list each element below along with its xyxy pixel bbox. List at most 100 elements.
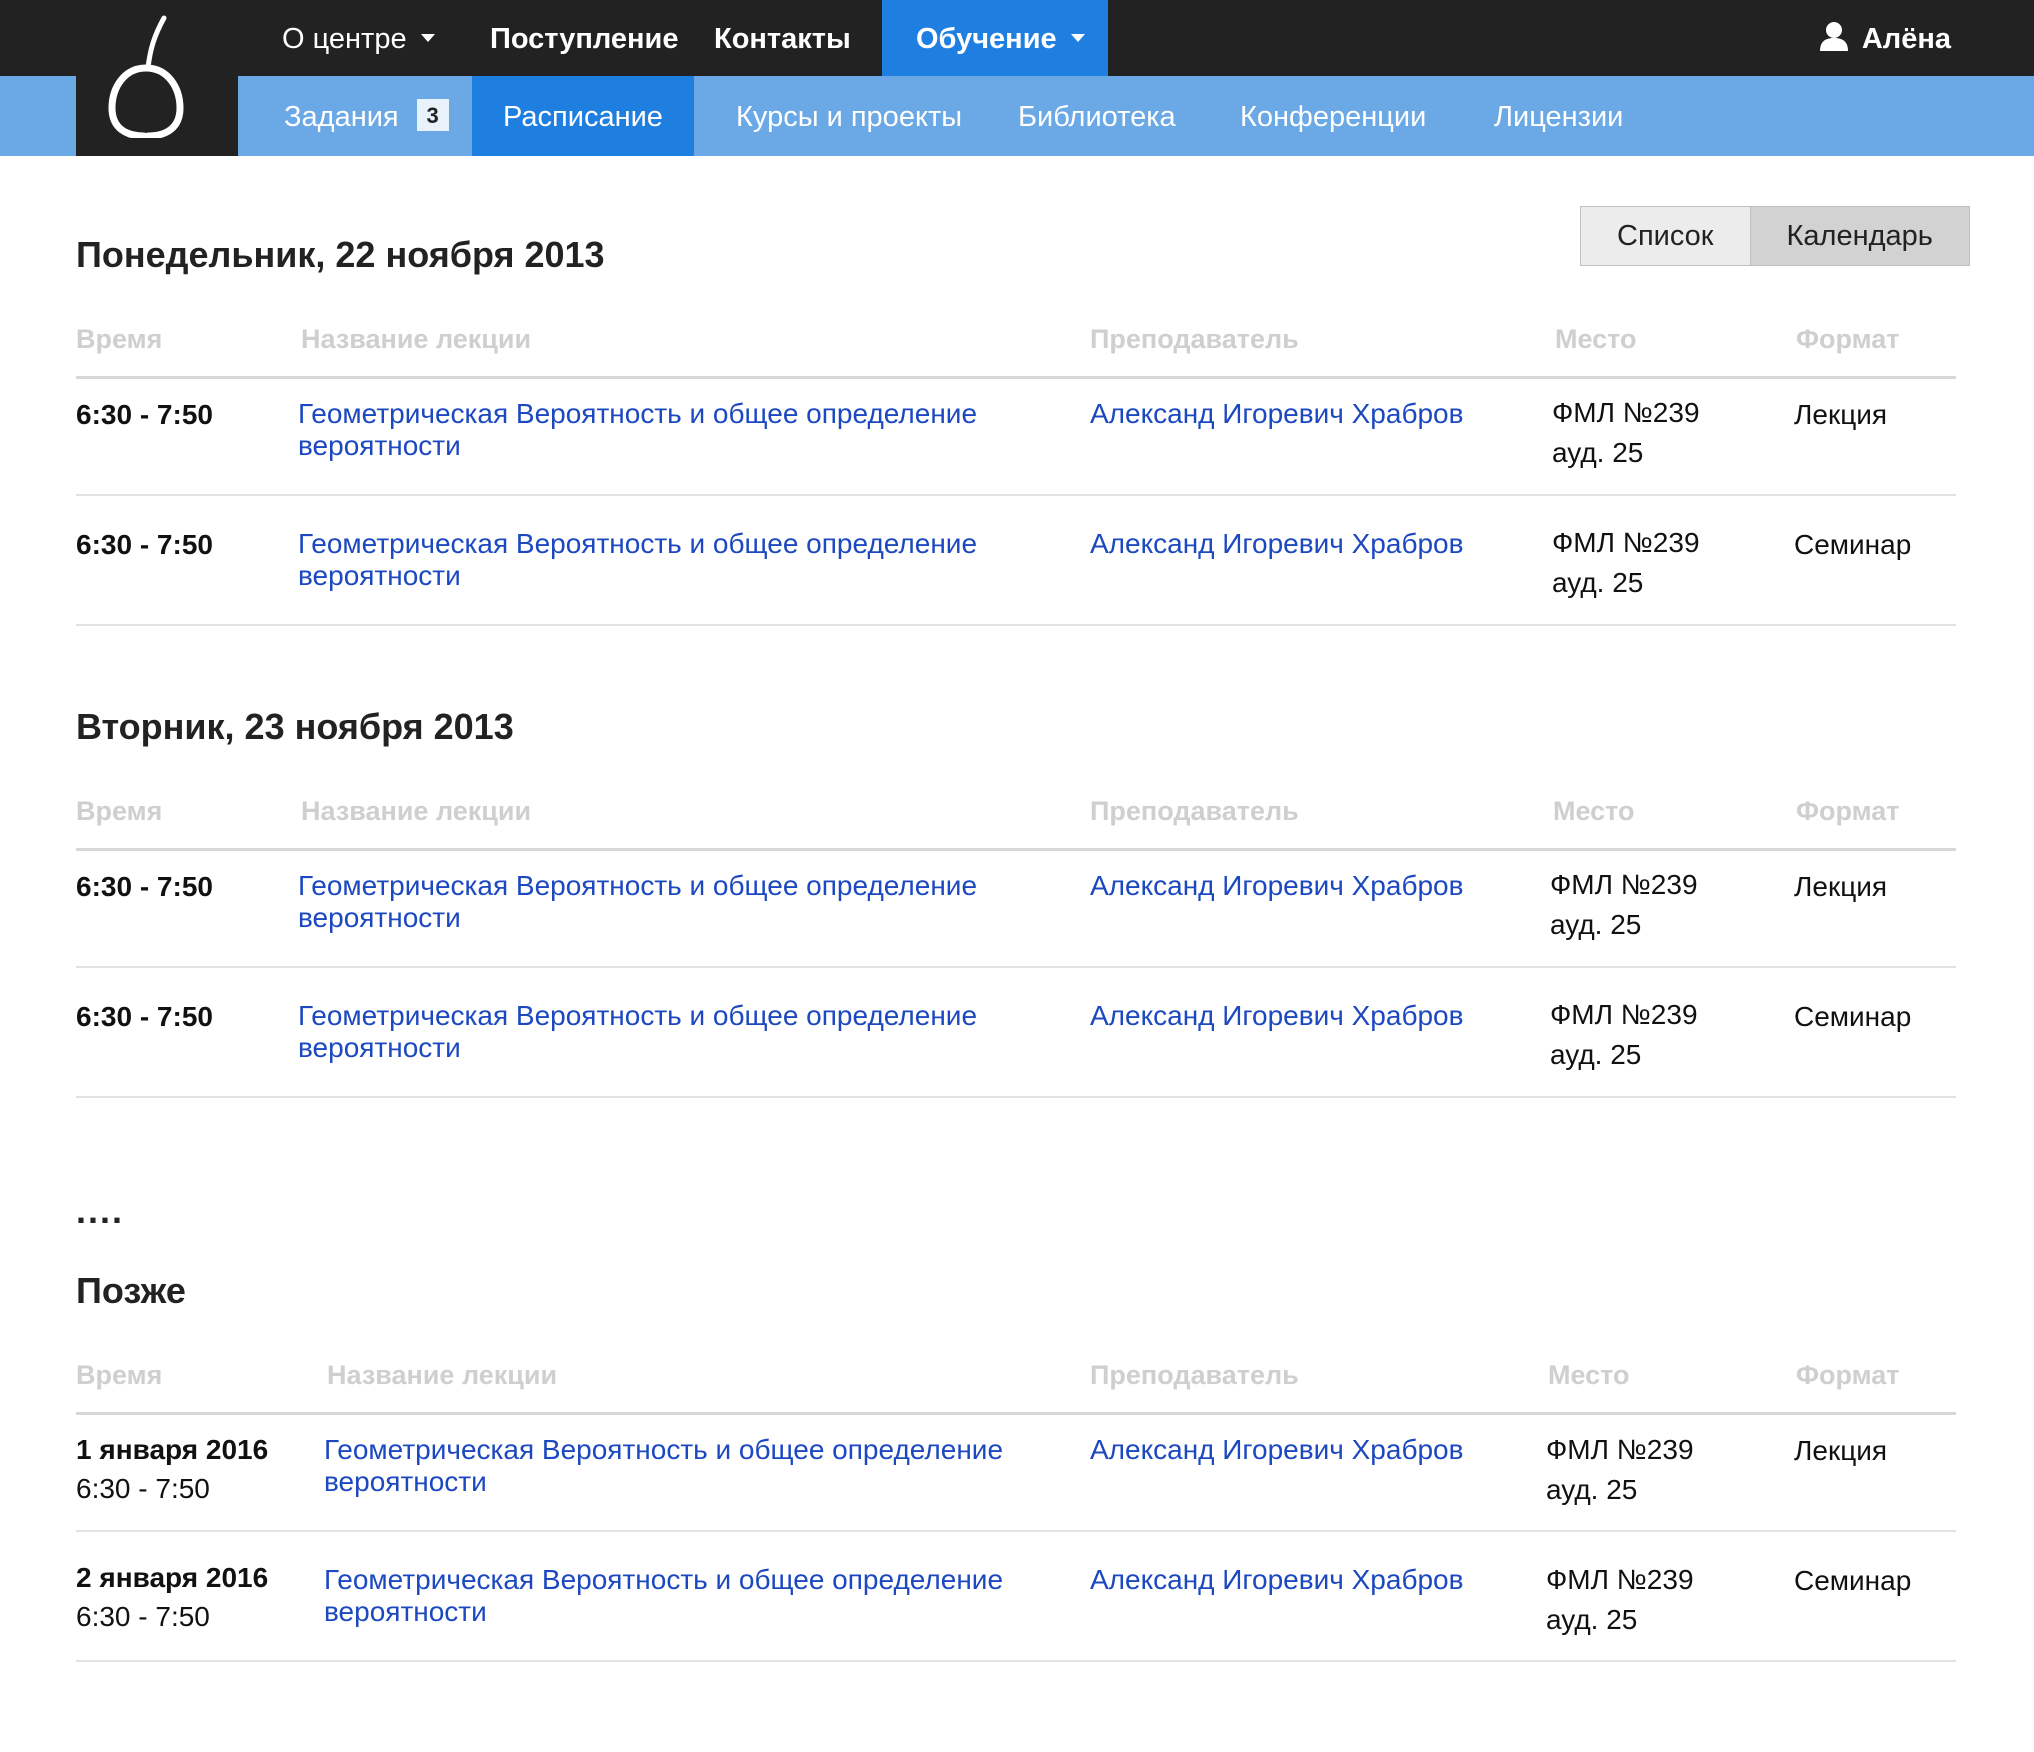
place-building: ФМЛ №239: [1546, 1434, 1694, 1465]
lesson-title-link[interactable]: Геометрическая Вероятность и общее опред…: [324, 1564, 1003, 1628]
column-header-title: Название лекции: [301, 324, 532, 354]
teacher-link[interactable]: Александ Игоревич Храбров: [1090, 528, 1464, 560]
table-divider: [76, 1412, 1956, 1415]
lesson-format: Семинар: [1794, 529, 1912, 560]
subnav-courses[interactable]: Курсы и проекты: [736, 76, 962, 156]
subnav-library[interactable]: Библиотека: [1018, 76, 1176, 156]
nav-about[interactable]: О центре: [282, 0, 435, 76]
nav-admission[interactable]: Поступление: [490, 0, 679, 76]
lesson-place: ФМЛ №239 ауд. 25: [1552, 523, 1700, 603]
lesson-place: ФМЛ №239 ауд. 25: [1546, 1430, 1694, 1510]
lesson-place: ФМЛ №239 ауд. 25: [1546, 1560, 1694, 1640]
lesson-datetime: 2 января 2016 6:30 - 7:50: [76, 1558, 268, 1636]
lesson-time: 6:30 - 7:50: [76, 1601, 210, 1632]
subnav-courses-label: Курсы и проекты: [736, 101, 963, 133]
lesson-datetime: 1 января 2016 6:30 - 7:50: [76, 1430, 268, 1508]
tasks-count-badge: 3: [416, 99, 449, 132]
subnav-schedule[interactable]: Расписание: [472, 76, 694, 156]
subnav-tasks[interactable]: Задания 3: [284, 76, 449, 156]
nav-contacts-label: Контакты: [714, 23, 851, 55]
subnav-conferences-label: Конференции: [1240, 101, 1427, 133]
place-building: ФМЛ №239: [1552, 397, 1700, 428]
user-menu[interactable]: Алёна: [1819, 0, 1951, 76]
nav-about-label: О центре: [282, 23, 407, 55]
row-divider: [76, 966, 1956, 968]
lesson-time: 6:30 - 7:50: [76, 1001, 213, 1032]
column-header-format: Формат: [1796, 324, 1900, 354]
lesson-format: Семинар: [1794, 1001, 1912, 1032]
column-header-teacher: Преподаватель: [1090, 1360, 1299, 1390]
lesson-title-line: Геометрическая Вероятность и общее опред…: [298, 398, 978, 429]
row-divider: [76, 1096, 1956, 1098]
column-header-place: Место: [1553, 796, 1635, 826]
column-header-time: Время: [76, 1360, 163, 1390]
view-toggle: Список Календарь: [1580, 206, 1970, 266]
place-room: ауд. 25: [1552, 567, 1644, 598]
lesson-title-link[interactable]: Геометрическая Вероятность и общее опред…: [324, 1434, 1003, 1498]
more-ellipsis: ....: [76, 1190, 125, 1231]
column-header-teacher: Преподаватель: [1090, 324, 1299, 354]
place-room: ауд. 25: [1552, 437, 1644, 468]
day-heading: Понедельник, 22 ноября 2013: [76, 234, 605, 275]
subnav-licenses-label: Лицензии: [1494, 101, 1624, 133]
lesson-format: Лекция: [1794, 871, 1888, 902]
user-icon: [1819, 22, 1848, 52]
place-room: ауд. 25: [1550, 1039, 1642, 1070]
list-view-button[interactable]: Список: [1581, 207, 1750, 265]
column-header-format: Формат: [1796, 796, 1900, 826]
column-header-time: Время: [76, 796, 163, 826]
lesson-title-link[interactable]: Геометрическая Вероятность и общее опред…: [298, 398, 977, 462]
table-divider: [76, 848, 1956, 851]
teacher-link[interactable]: Александ Игоревич Храбров: [1090, 870, 1464, 902]
lesson-time: 6:30 - 7:50: [76, 399, 213, 430]
column-header-place: Место: [1548, 1360, 1630, 1390]
lesson-title-link[interactable]: Геометрическая Вероятность и общее опред…: [298, 528, 977, 592]
place-building: ФМЛ №239: [1550, 999, 1698, 1030]
lesson-time: 6:30 - 7:50: [76, 871, 213, 902]
lesson-format: Семинар: [1794, 1565, 1912, 1596]
lesson-title-line: вероятности: [298, 430, 461, 461]
lesson-format: Лекция: [1794, 399, 1888, 430]
row-divider: [76, 494, 1956, 496]
day-heading: Вторник, 23 ноября 2013: [76, 706, 514, 747]
nav-education-label: Обучение: [916, 23, 1057, 55]
teacher-link[interactable]: Александ Игоревич Храбров: [1090, 398, 1464, 430]
place-building: ФМЛ №239: [1552, 527, 1700, 558]
row-divider: [76, 1530, 1956, 1532]
column-header-teacher: Преподаватель: [1090, 796, 1299, 826]
subnav-conferences[interactable]: Конференции: [1240, 76, 1426, 156]
subnav-library-label: Библиотека: [1018, 101, 1176, 133]
place-room: ауд. 25: [1546, 1604, 1638, 1635]
logo-icon: [108, 15, 184, 138]
chevron-down-icon: [1070, 34, 1085, 43]
calendar-view-button[interactable]: Календарь: [1749, 207, 1969, 265]
subnav-schedule-label: Расписание: [503, 101, 663, 133]
lesson-format: Лекция: [1794, 1435, 1888, 1466]
teacher-link[interactable]: Александ Игоревич Храбров: [1090, 1564, 1464, 1596]
place-building: ФМЛ №239: [1546, 1564, 1694, 1595]
lesson-date: 1 января 2016: [76, 1434, 269, 1465]
lesson-title-link[interactable]: Геометрическая Вероятность и общее опред…: [298, 1000, 977, 1064]
lesson-title-link[interactable]: Геометрическая Вероятность и общее опред…: [298, 870, 977, 934]
table-divider: [76, 376, 1956, 379]
teacher-link[interactable]: Александ Игоревич Храбров: [1090, 1434, 1464, 1466]
logo[interactable]: [76, 0, 238, 156]
subnav-licenses[interactable]: Лицензии: [1494, 76, 1623, 156]
chevron-down-icon: [420, 34, 435, 43]
lesson-title-line: вероятности: [298, 902, 461, 933]
place-room: ауд. 25: [1550, 909, 1642, 940]
nav-contacts[interactable]: Контакты: [714, 0, 851, 76]
lesson-title-line: вероятности: [324, 1466, 487, 1497]
lesson-time: 6:30 - 7:50: [76, 529, 213, 560]
nav-education[interactable]: Обучение: [882, 0, 1108, 76]
column-header-title: Название лекции: [301, 796, 532, 826]
lesson-title-line: вероятности: [298, 1032, 461, 1063]
lesson-title-line: Геометрическая Вероятность и общее опред…: [324, 1564, 1004, 1595]
lesson-title-line: Геометрическая Вероятность и общее опред…: [298, 1000, 978, 1031]
nav-admission-label: Поступление: [490, 23, 679, 55]
user-name: Алёна: [1861, 23, 1951, 55]
lesson-place: ФМЛ №239 ауд. 25: [1550, 995, 1698, 1075]
teacher-link[interactable]: Александ Игоревич Храбров: [1090, 1000, 1464, 1032]
row-divider: [76, 624, 1956, 626]
column-header-title: Название лекции: [327, 1360, 558, 1390]
